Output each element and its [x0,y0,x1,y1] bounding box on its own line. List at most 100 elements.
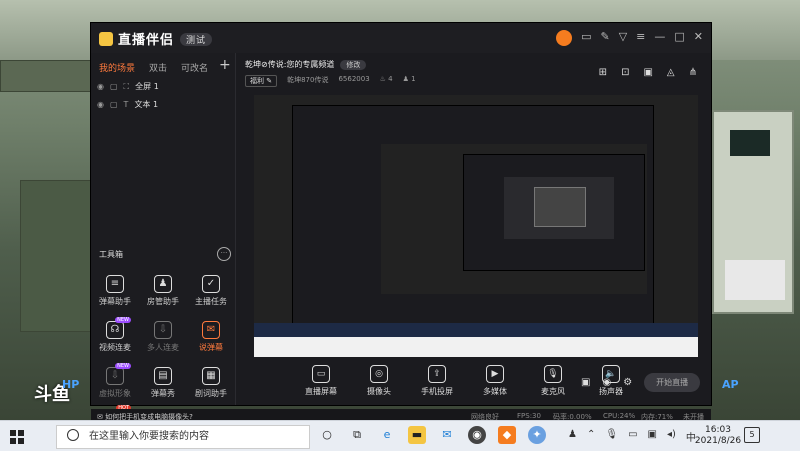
tab-rename[interactable]: 可改名 [181,61,208,74]
tool-virtual-avatar[interactable]: NEW ⇩ 虚拟形象 [93,363,137,399]
tool-streamer-task[interactable]: ✓ 主播任务 [189,275,233,307]
share-icon[interactable]: ⋔ [689,67,697,78]
visibility-icon[interactable]: ◉ [97,100,104,109]
live-companion-taskbar-icon[interactable]: ◆ [498,426,516,444]
tool-danmaku-show[interactable]: ▤ 弹幕秀 [141,367,185,399]
media-icon: ▶ [486,365,504,383]
feedback-icon[interactable]: ✎ [600,30,609,46]
preview-nested-window [292,105,654,325]
close-icon[interactable]: ✕ [694,30,703,46]
record-icon[interactable]: ▣ [581,377,590,388]
preview-nested-window-2 [463,154,645,271]
edit-room-button[interactable]: 修改 [340,60,367,70]
lock-icon[interactable]: ▢ [110,100,118,109]
fps-readout: FPS:30 [517,412,541,420]
stream-preview[interactable] [254,95,698,357]
people-icon[interactable]: ♟ [568,429,577,444]
phone-cast-button[interactable]: ⇪ 手机投屏 [417,365,457,397]
tool-speak-danmaku[interactable]: ✉ 说弹幕 [189,321,233,353]
minimize-icon[interactable]: — [654,30,665,46]
mail-icon[interactable]: ✉ [438,426,456,444]
media-button[interactable]: ▶ 多媒体 [475,365,515,397]
tool-video-link[interactable]: NEW ☊ 视频连麦 [93,317,137,353]
task-view-icon[interactable]: ⧉ [348,426,366,444]
scene-item[interactable]: ◉ ▢ ⛶ 全屏 1 [97,81,159,92]
battery-icon[interactable]: ▭ [628,429,637,444]
gear-icon[interactable]: ⚙ [623,377,632,388]
chevron-up-icon[interactable]: ⌃ [587,429,595,444]
microphone-button[interactable]: 🎙 麦克风 [533,365,573,397]
taskbar-clock[interactable]: 16:03 2021/8/26 [688,425,748,447]
app-taskbar-icon[interactable]: ✦ [528,426,546,444]
tool-room-admin[interactable]: ♟ 房管助手 [141,275,185,307]
live-companion-window: 直播伴侣 测试 ▭ ✎ ▽ ≡ — □ ✕ 我的场景 双击 可改名 + ◉ ▢ ⛶ 全屏… [90,22,712,427]
gift-box-icon[interactable]: ⊞ [599,67,607,78]
streamer-task-icon: ✓ [202,275,220,293]
tab-my-scenes[interactable]: 我的场景 [99,61,135,74]
cortana-icon[interactable]: ○ [318,426,336,444]
screen-capture-icon: ▭ [312,365,330,383]
unlock-icon[interactable]: ⊡ [621,67,629,78]
scene-sidebar: 我的场景 双击 可改名 + ◉ ▢ ⛶ 全屏 1 ◉ ▢ T 文本 1 工具箱 ··· ≡ 弹… [91,53,236,427]
room-title: 乾坤⊘传说:您的专属频道 [245,60,335,69]
version-badge[interactable]: 测试 [180,33,213,46]
camera-toggle-icon[interactable]: ◉ [602,377,611,388]
video-link-icon: ☊ [106,321,124,339]
gift-icon[interactable]: ▽ [619,30,627,46]
scene-item[interactable]: ◉ ▢ T 文本 1 [97,99,158,110]
notification-center-icon[interactable]: 5 [744,427,760,443]
settings-icon[interactable]: ≡ [636,30,645,46]
media-player-icon[interactable]: ◉ [468,426,486,444]
clock-time: 16:03 [705,425,731,435]
room-category[interactable]: 福利 ✎ [245,75,278,87]
cpu-readout: CPU:24% [603,412,636,420]
background-monitor [730,130,770,156]
likes-count: ♟ 1 [402,75,416,83]
tab-double-click[interactable]: 双击 [149,61,167,74]
multi-link-icon: ⇩ [154,321,172,339]
calendar-icon[interactable]: ▣ [643,67,652,78]
go-live-button[interactable]: 开始直播 [644,373,701,392]
camera-button[interactable]: ◎ 摄像头 [359,365,399,397]
room-title-line: 乾坤⊘传说:您的专属频道 修改 [245,59,367,70]
preview-nested-statusbar [254,323,698,337]
streamer-name: 乾坤870传说 [287,76,329,84]
avatar[interactable] [556,30,573,46]
taskbar-search-box[interactable]: 在这里输入你要搜索的内容 [56,425,310,449]
speak-danmaku-icon: ✉ [202,321,220,339]
taskbar-apps: ○ ⧉ e ▬ ✉ ◉ ◆ ✦ [318,426,546,444]
search-icon [67,429,79,441]
fullscreen-icon: ⛶ [123,82,130,91]
windows-start-icon[interactable] [10,430,24,444]
visibility-icon[interactable]: ◉ [97,82,104,91]
app-logo-icon [99,32,113,46]
toolbox-more-icon[interactable]: ··· [217,247,231,261]
volume-icon[interactable]: ◂) [667,429,676,444]
network-icon[interactable]: ▣ [648,429,657,444]
toolbox-title: 工具箱 [99,250,123,259]
tool-script-assistant[interactable]: ▦ 剧词助手 [189,367,233,399]
room-id: 6562003 [338,75,370,83]
title-bar: 直播伴侣 测试 ▭ ✎ ▽ ≡ — □ ✕ [91,23,711,53]
app-name: 直播伴侣 [118,33,175,48]
hud-hp: HP [62,378,80,391]
screen-capture-button[interactable]: ▭ 直播屏幕 [301,365,341,397]
fans-count: ♨ 4 [379,75,393,83]
header-action-icons: ⊞ ⊡ ▣ ◬ ⋔ [599,67,697,78]
preview-nested-taskbar [254,337,698,357]
scene-tabs: 我的场景 双击 可改名 [99,61,208,74]
edge-icon[interactable]: e [378,426,396,444]
microphone-tray-icon[interactable]: 🎙 [605,429,618,444]
lock-icon[interactable]: ▢ [110,82,118,91]
message-icon[interactable]: ▭ [581,30,591,46]
room-meta: 福利 ✎ 乾坤870传说 6562003 ♨ 4 ♟ 1 [245,75,416,87]
clock-date: 2021/8/26 [694,436,742,446]
windows-taskbar: 在这里输入你要搜索的内容 ○ ⧉ e ▬ ✉ ◉ ◆ ✦ ♟ ⌃ 🎙 ▭ ▣ ◂… [0,420,800,451]
add-scene-button[interactable]: + [219,57,231,73]
bell-icon[interactable]: ◬ [667,67,675,78]
maximize-icon[interactable]: □ [674,30,684,46]
tool-danmaku-assistant[interactable]: ≡ 弹幕助手 [93,275,137,307]
tool-multi-link[interactable]: ⇩ 多人连麦 [141,321,185,353]
script-assistant-icon: ▦ [202,367,220,385]
file-explorer-icon[interactable]: ▬ [408,426,426,444]
